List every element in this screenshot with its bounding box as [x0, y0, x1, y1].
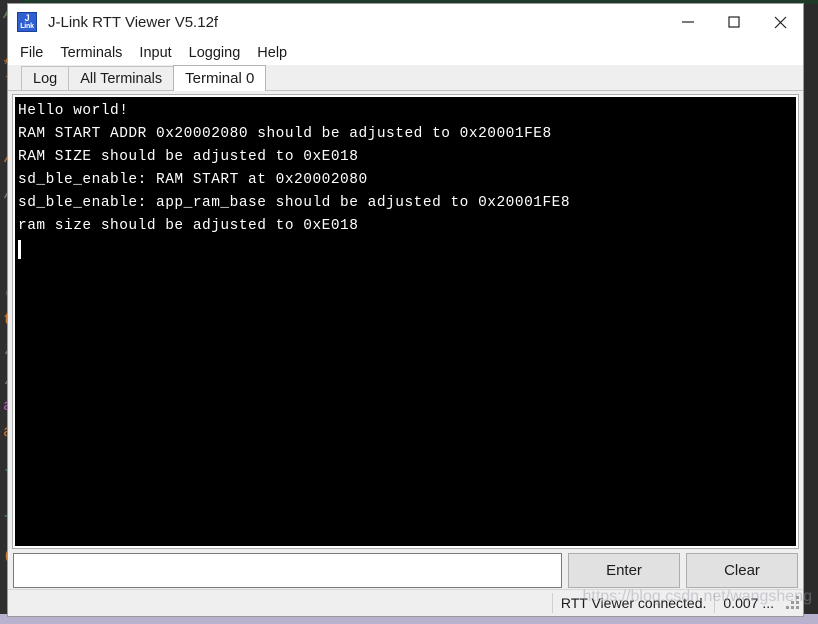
terminal-line: sd_ble_enable: app_ram_base should be ad…	[18, 195, 571, 211]
resize-grip-icon[interactable]	[786, 596, 800, 610]
tab-log[interactable]: Log	[21, 66, 70, 90]
app-icon-letter-j: J	[24, 13, 30, 23]
status-bar: RTT Viewer connected. 0.007 ...	[8, 589, 803, 616]
status-connection: RTT Viewer connected.	[551, 593, 715, 613]
tab-all-terminals[interactable]: All Terminals	[68, 66, 175, 90]
menu-item-terminals[interactable]: Terminals	[60, 45, 122, 61]
terminal-line: RAM START ADDR 0x20002080 should be adju…	[18, 126, 552, 142]
tab-strip: Log All Terminals Terminal 0	[8, 65, 803, 91]
menu-item-file[interactable]: File	[20, 45, 43, 61]
terminal-line: Hello world!	[18, 103, 129, 119]
terminal-line: ram size should be adjusted to 0xE018	[18, 218, 359, 234]
menu-bar: File Terminals Input Logging Help	[8, 40, 803, 65]
terminal-cursor	[18, 240, 21, 259]
clear-button[interactable]: Clear	[686, 553, 798, 588]
tab-terminal-0[interactable]: Terminal 0	[173, 65, 267, 91]
app-icon-letter-link: Link	[20, 23, 34, 30]
status-data-rate: 0.007 ...	[714, 593, 782, 613]
terminal-line: RAM SIZE should be adjusted to 0xE018	[18, 149, 359, 165]
minimize-icon	[681, 15, 695, 29]
terminal-container: Hello world! RAM START ADDR 0x20002080 sh…	[8, 91, 803, 553]
command-input-row: Enter Clear	[8, 553, 803, 589]
close-button[interactable]	[757, 4, 803, 40]
terminal-output[interactable]: Hello world! RAM START ADDR 0x20002080 sh…	[12, 94, 799, 549]
terminal-line: sd_ble_enable: RAM START at 0x20002080	[18, 172, 368, 188]
menu-item-input[interactable]: Input	[139, 45, 171, 61]
menu-item-logging[interactable]: Logging	[189, 45, 241, 61]
window-title: J-Link RTT Viewer V5.12f	[48, 13, 219, 31]
jlink-app-icon: J Link	[17, 12, 37, 32]
title-bar[interactable]: J Link J-Link RTT Viewer V5.12f	[8, 4, 803, 40]
jlink-rtt-viewer-window: J Link J-Link RTT Viewer V5.12f File Ter…	[8, 4, 803, 616]
menu-item-help[interactable]: Help	[257, 45, 287, 61]
window-controls	[665, 4, 803, 40]
command-input[interactable]	[13, 553, 562, 588]
close-icon	[773, 15, 788, 30]
maximize-icon	[727, 15, 741, 29]
maximize-button[interactable]	[711, 4, 757, 40]
minimize-button[interactable]	[665, 4, 711, 40]
enter-button[interactable]: Enter	[568, 553, 680, 588]
